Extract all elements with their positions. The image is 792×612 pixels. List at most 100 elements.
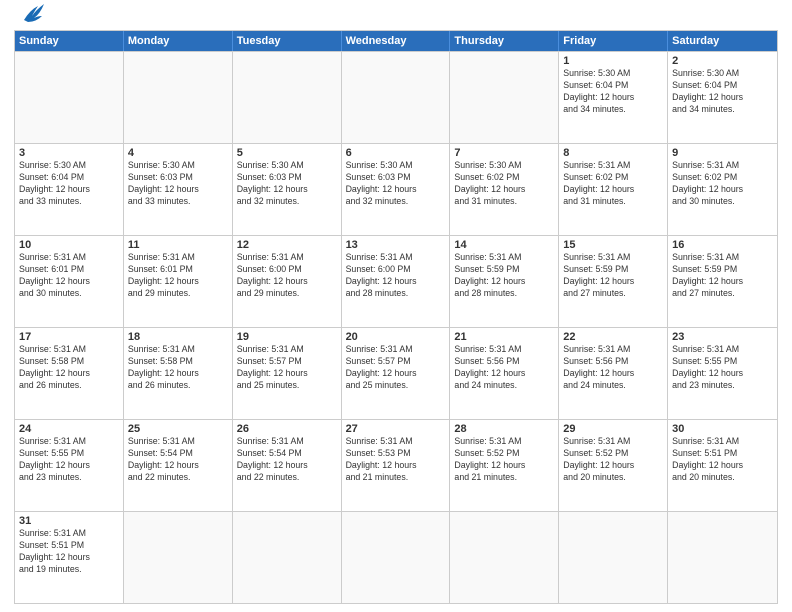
day-info: Sunrise: 5:31 AM Sunset: 6:00 PM Dayligh… [346,252,446,300]
calendar-day-21: 21Sunrise: 5:31 AM Sunset: 5:56 PM Dayli… [450,328,559,419]
day-info: Sunrise: 5:31 AM Sunset: 5:54 PM Dayligh… [128,436,228,484]
day-info: Sunrise: 5:31 AM Sunset: 6:02 PM Dayligh… [563,160,663,208]
calendar-empty-cell [450,512,559,603]
day-info: Sunrise: 5:31 AM Sunset: 5:55 PM Dayligh… [19,436,119,484]
calendar-day-5: 5Sunrise: 5:30 AM Sunset: 6:03 PM Daylig… [233,144,342,235]
calendar-empty-cell [342,512,451,603]
day-info: Sunrise: 5:31 AM Sunset: 5:55 PM Dayligh… [672,344,773,392]
calendar-day-22: 22Sunrise: 5:31 AM Sunset: 5:56 PM Dayli… [559,328,668,419]
calendar-day-4: 4Sunrise: 5:30 AM Sunset: 6:03 PM Daylig… [124,144,233,235]
calendar-week-5: 24Sunrise: 5:31 AM Sunset: 5:55 PM Dayli… [15,419,777,511]
calendar-day-15: 15Sunrise: 5:31 AM Sunset: 5:59 PM Dayli… [559,236,668,327]
day-number: 28 [454,423,554,435]
day-info: Sunrise: 5:30 AM Sunset: 6:03 PM Dayligh… [346,160,446,208]
calendar-day-1: 1Sunrise: 5:30 AM Sunset: 6:04 PM Daylig… [559,52,668,143]
day-number: 27 [346,423,446,435]
day-info: Sunrise: 5:31 AM Sunset: 5:52 PM Dayligh… [454,436,554,484]
calendar-day-28: 28Sunrise: 5:31 AM Sunset: 5:52 PM Dayli… [450,420,559,511]
day-info: Sunrise: 5:31 AM Sunset: 5:59 PM Dayligh… [672,252,773,300]
day-info: Sunrise: 5:31 AM Sunset: 5:56 PM Dayligh… [454,344,554,392]
day-number: 3 [19,147,119,159]
day-info: Sunrise: 5:30 AM Sunset: 6:03 PM Dayligh… [128,160,228,208]
day-number: 9 [672,147,773,159]
weekday-header-monday: Monday [124,31,233,51]
day-info: Sunrise: 5:30 AM Sunset: 6:04 PM Dayligh… [563,68,663,116]
calendar-day-14: 14Sunrise: 5:31 AM Sunset: 5:59 PM Dayli… [450,236,559,327]
day-number: 24 [19,423,119,435]
day-info: Sunrise: 5:31 AM Sunset: 5:59 PM Dayligh… [563,252,663,300]
calendar-day-17: 17Sunrise: 5:31 AM Sunset: 5:58 PM Dayli… [15,328,124,419]
day-number: 26 [237,423,337,435]
day-number: 10 [19,239,119,251]
day-info: Sunrise: 5:31 AM Sunset: 5:53 PM Dayligh… [346,436,446,484]
calendar-day-13: 13Sunrise: 5:31 AM Sunset: 6:00 PM Dayli… [342,236,451,327]
day-number: 1 [563,55,663,67]
day-number: 6 [346,147,446,159]
day-info: Sunrise: 5:31 AM Sunset: 6:00 PM Dayligh… [237,252,337,300]
day-number: 31 [19,515,119,527]
calendar-day-30: 30Sunrise: 5:31 AM Sunset: 5:51 PM Dayli… [668,420,777,511]
day-info: Sunrise: 5:31 AM Sunset: 5:52 PM Dayligh… [563,436,663,484]
day-info: Sunrise: 5:31 AM Sunset: 5:51 PM Dayligh… [672,436,773,484]
day-number: 20 [346,331,446,343]
calendar-day-9: 9Sunrise: 5:31 AM Sunset: 6:02 PM Daylig… [668,144,777,235]
calendar-week-4: 17Sunrise: 5:31 AM Sunset: 5:58 PM Dayli… [15,327,777,419]
weekday-header-tuesday: Tuesday [233,31,342,51]
day-number: 18 [128,331,228,343]
day-info: Sunrise: 5:31 AM Sunset: 5:57 PM Dayligh… [237,344,337,392]
day-number: 8 [563,147,663,159]
calendar-day-24: 24Sunrise: 5:31 AM Sunset: 5:55 PM Dayli… [15,420,124,511]
calendar-day-18: 18Sunrise: 5:31 AM Sunset: 5:58 PM Dayli… [124,328,233,419]
calendar-body: 1Sunrise: 5:30 AM Sunset: 6:04 PM Daylig… [15,51,777,603]
calendar-empty-cell [233,512,342,603]
calendar-day-26: 26Sunrise: 5:31 AM Sunset: 5:54 PM Dayli… [233,420,342,511]
day-info: Sunrise: 5:31 AM Sunset: 5:58 PM Dayligh… [19,344,119,392]
calendar-day-8: 8Sunrise: 5:31 AM Sunset: 6:02 PM Daylig… [559,144,668,235]
day-number: 11 [128,239,228,251]
day-number: 2 [672,55,773,67]
day-info: Sunrise: 5:30 AM Sunset: 6:04 PM Dayligh… [672,68,773,116]
weekday-header-thursday: Thursday [450,31,559,51]
calendar-empty-cell [233,52,342,143]
weekday-header-friday: Friday [559,31,668,51]
calendar-day-27: 27Sunrise: 5:31 AM Sunset: 5:53 PM Dayli… [342,420,451,511]
calendar-day-6: 6Sunrise: 5:30 AM Sunset: 6:03 PM Daylig… [342,144,451,235]
calendar-empty-cell [450,52,559,143]
day-number: 19 [237,331,337,343]
day-number: 22 [563,331,663,343]
calendar-day-10: 10Sunrise: 5:31 AM Sunset: 6:01 PM Dayli… [15,236,124,327]
calendar-week-2: 3Sunrise: 5:30 AM Sunset: 6:04 PM Daylig… [15,143,777,235]
calendar-week-1: 1Sunrise: 5:30 AM Sunset: 6:04 PM Daylig… [15,51,777,143]
day-info: Sunrise: 5:31 AM Sunset: 6:01 PM Dayligh… [128,252,228,300]
calendar-day-25: 25Sunrise: 5:31 AM Sunset: 5:54 PM Dayli… [124,420,233,511]
day-number: 29 [563,423,663,435]
calendar-day-3: 3Sunrise: 5:30 AM Sunset: 6:04 PM Daylig… [15,144,124,235]
calendar-empty-cell [668,512,777,603]
day-number: 23 [672,331,773,343]
day-number: 12 [237,239,337,251]
calendar-empty-cell [15,52,124,143]
day-number: 5 [237,147,337,159]
day-number: 14 [454,239,554,251]
calendar-day-29: 29Sunrise: 5:31 AM Sunset: 5:52 PM Dayli… [559,420,668,511]
calendar-day-2: 2Sunrise: 5:30 AM Sunset: 6:04 PM Daylig… [668,52,777,143]
calendar-empty-cell [124,512,233,603]
day-info: Sunrise: 5:30 AM Sunset: 6:03 PM Dayligh… [237,160,337,208]
day-info: Sunrise: 5:31 AM Sunset: 5:58 PM Dayligh… [128,344,228,392]
calendar-day-31: 31Sunrise: 5:31 AM Sunset: 5:51 PM Dayli… [15,512,124,603]
calendar-header: SundayMondayTuesdayWednesdayThursdayFrid… [15,31,777,51]
calendar-week-6: 31Sunrise: 5:31 AM Sunset: 5:51 PM Dayli… [15,511,777,603]
day-number: 21 [454,331,554,343]
calendar-empty-cell [342,52,451,143]
calendar-empty-cell [559,512,668,603]
calendar-day-11: 11Sunrise: 5:31 AM Sunset: 6:01 PM Dayli… [124,236,233,327]
calendar-day-19: 19Sunrise: 5:31 AM Sunset: 5:57 PM Dayli… [233,328,342,419]
day-info: Sunrise: 5:31 AM Sunset: 5:57 PM Dayligh… [346,344,446,392]
day-number: 7 [454,147,554,159]
day-number: 25 [128,423,228,435]
calendar-empty-cell [124,52,233,143]
weekday-header-sunday: Sunday [15,31,124,51]
day-number: 4 [128,147,228,159]
calendar-day-16: 16Sunrise: 5:31 AM Sunset: 5:59 PM Dayli… [668,236,777,327]
logo-area [14,10,48,24]
